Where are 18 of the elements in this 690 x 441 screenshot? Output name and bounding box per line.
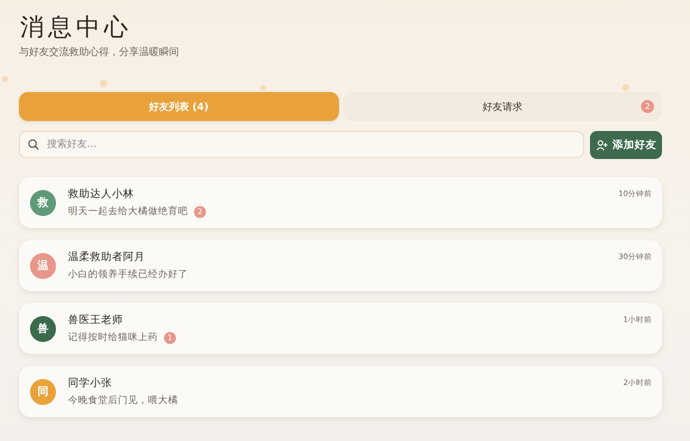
last-message: 明天一起去给大橘做绝育吧 [68, 205, 188, 218]
count-badge: 2 [641, 100, 654, 113]
friend-name: 同学小张 [68, 376, 112, 390]
friend-name: 兽医王老师 [68, 313, 123, 327]
avatar: 同 [30, 378, 56, 404]
avatar: 温 [30, 252, 56, 278]
search-field[interactable]: 搜索好友... [19, 131, 584, 158]
avatar: 救 [30, 190, 56, 216]
add-friend-button[interactable]: 添加好友 [590, 131, 662, 159]
page-title: 消息中心 [20, 12, 133, 42]
friend-name: 温柔救助者阿月 [68, 250, 145, 264]
last-message: 记得按时给猫咪上药 [68, 331, 158, 344]
tab[interactable]: 好友请求 2 [342, 92, 662, 121]
last-message: 小白的领养手续已经办好了 [68, 268, 188, 281]
avatar: 兽 [30, 316, 56, 342]
page-subtitle: 与好友交流救助心得，分享温暖瞬间 [19, 46, 180, 60]
friend-name: 救助达人小林 [68, 187, 134, 201]
last-message: 今晚食堂后门见，喂大橘 [68, 394, 178, 407]
